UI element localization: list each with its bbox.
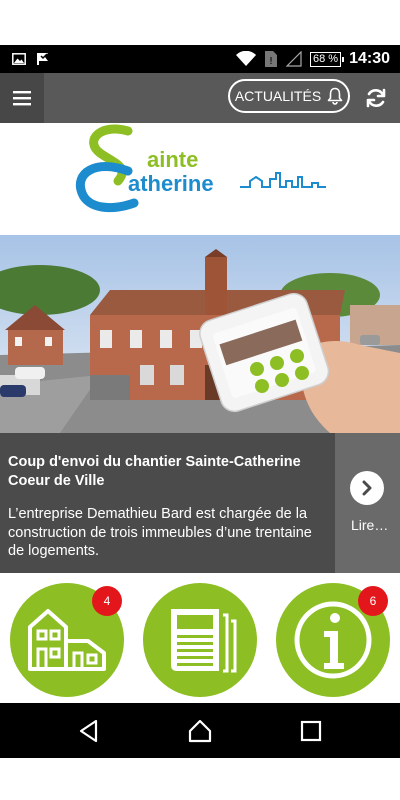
read-more-button[interactable]: Lire… xyxy=(335,433,400,573)
sim-icon: ! xyxy=(265,51,277,67)
read-more-label: Lire… xyxy=(351,517,389,533)
tile-housing[interactable]: 4 xyxy=(10,583,124,697)
wifi-icon xyxy=(236,51,256,66)
check-flag-icon xyxy=(37,53,48,65)
tile-housing-badge: 4 xyxy=(92,586,122,616)
logo-line1: ainte xyxy=(147,147,198,172)
top-margin xyxy=(0,0,400,45)
bottom-margin xyxy=(0,758,400,800)
city-logo: ainte atherine xyxy=(0,123,400,235)
article-title: Coup d'envoi du chantier Sainte-Catherin… xyxy=(8,454,301,489)
news-button-label: ACTUALITÉS xyxy=(234,88,322,104)
shortcut-tiles: 4 6 xyxy=(0,573,400,703)
logo-line2: atherine xyxy=(128,171,214,196)
hero-image[interactable] xyxy=(0,235,400,433)
clock: 14:30 xyxy=(349,50,390,67)
signal-icon xyxy=(286,51,302,67)
newspaper-icon xyxy=(171,609,237,673)
status-bar: ! 68 % 14:30 xyxy=(0,45,400,73)
chevron-right-icon xyxy=(350,471,384,505)
tile-info-badge: 6 xyxy=(358,586,388,616)
refresh-icon[interactable] xyxy=(364,86,388,110)
tile-info[interactable]: 6 xyxy=(276,583,390,697)
svg-text:!: ! xyxy=(269,56,273,67)
recents-icon[interactable] xyxy=(298,718,324,744)
app-bar: ACTUALITÉS xyxy=(0,73,400,123)
article-card[interactable]: Coup d'envoi du chantier Sainte-Catherin… xyxy=(0,433,400,573)
image-icon xyxy=(12,53,26,65)
menu-icon xyxy=(13,91,31,106)
menu-button[interactable] xyxy=(0,73,44,123)
battery-level: 68 % xyxy=(310,51,345,67)
system-nav-bar xyxy=(0,703,400,758)
back-icon[interactable] xyxy=(76,718,102,744)
news-button[interactable]: ACTUALITÉS xyxy=(228,79,350,113)
bell-icon xyxy=(327,87,343,105)
article-summary: L’entreprise Demathieu Bard est chargée … xyxy=(8,506,312,559)
tile-newspaper[interactable] xyxy=(143,583,257,697)
home-icon[interactable] xyxy=(187,718,213,744)
